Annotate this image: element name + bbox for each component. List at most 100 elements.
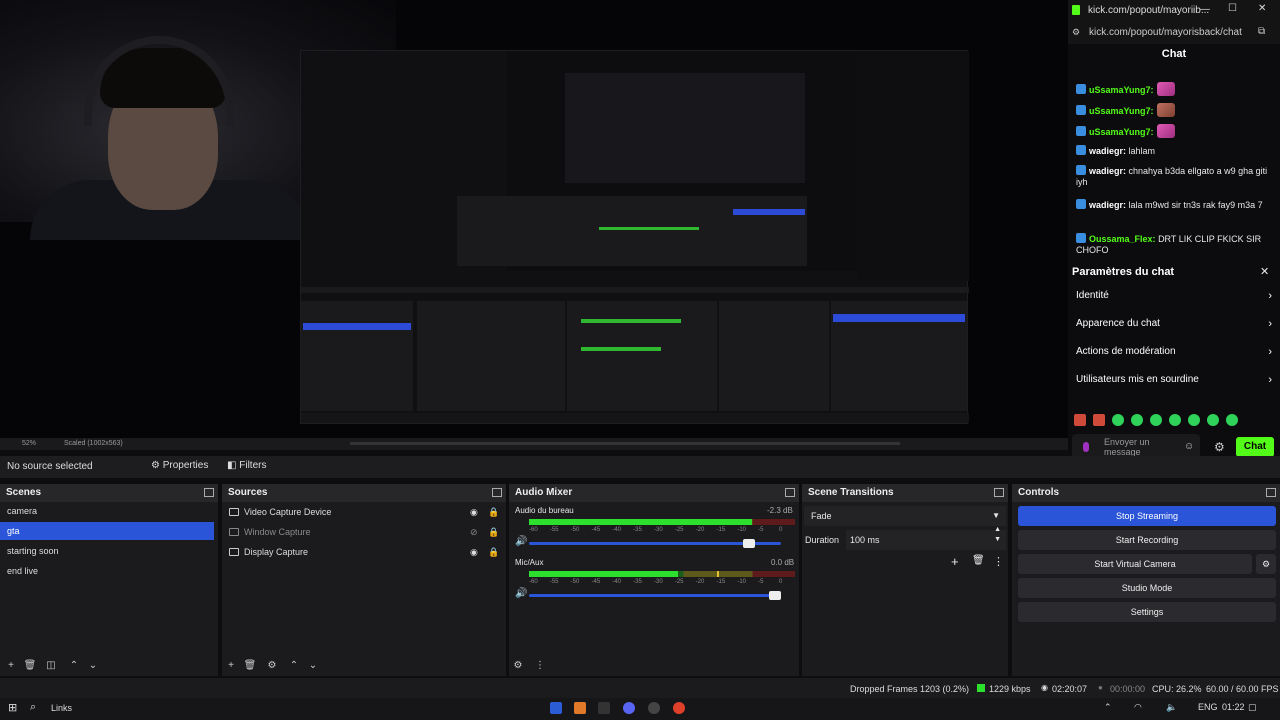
- chat-username[interactable]: uSsamaYung7:: [1089, 85, 1154, 95]
- chat-username[interactable]: uSsamaYung7:: [1089, 106, 1154, 116]
- speaker-icon[interactable]: 🔊: [515, 536, 527, 547]
- start-recording-button[interactable]: Start Recording: [1018, 530, 1276, 550]
- transition-menu-icon[interactable]: ⋮: [993, 555, 1004, 568]
- properties-button[interactable]: ⚙ Properties: [151, 460, 208, 471]
- undock-icon[interactable]: [492, 488, 502, 497]
- chrome-icon[interactable]: [673, 702, 685, 714]
- remove-scene-icon[interactable]: 🗑: [23, 659, 37, 673]
- move-down-icon[interactable]: ⌄: [306, 659, 320, 673]
- scrollbar-thumb[interactable]: [350, 442, 900, 445]
- lock-icon[interactable]: 🔒: [488, 503, 499, 521]
- open-tab-icon[interactable]: ⧉: [1258, 26, 1265, 37]
- filters-button[interactable]: ◧ Filters: [227, 460, 266, 471]
- chat-send-button[interactable]: Chat: [1236, 437, 1274, 457]
- emote-icon[interactable]: [1074, 414, 1086, 426]
- lock-icon[interactable]: 🔒: [488, 543, 499, 561]
- site-settings-icon[interactable]: ⚙: [1072, 27, 1080, 38]
- undock-icon[interactable]: [785, 488, 795, 497]
- clock[interactable]: 01:22: [1222, 702, 1245, 712]
- duration-spinbox[interactable]: 100 ms ▲ ▼: [846, 526, 1006, 550]
- windows-start-icon[interactable]: ⊞: [8, 701, 17, 714]
- transition-select[interactable]: Fade ▼: [804, 506, 1006, 526]
- volume-slider-desktop[interactable]: [529, 539, 781, 548]
- studio-mode-button[interactable]: Studio Mode: [1018, 578, 1276, 598]
- move-up-icon[interactable]: ⌃: [67, 659, 81, 673]
- chat-url-bar[interactable]: ⚙ kick.com/popout/mayorisback/chat ⧉: [1068, 22, 1280, 44]
- undock-icon[interactable]: [204, 488, 214, 497]
- speaker-icon[interactable]: 🔊: [515, 588, 527, 599]
- preview-scrollbar[interactable]: [0, 438, 1068, 450]
- remove-transition-icon[interactable]: 🗑: [972, 555, 985, 566]
- notification-icon[interactable]: ▢: [1248, 702, 1257, 713]
- scene-item-starting-soon[interactable]: starting soon: [0, 542, 218, 560]
- undock-icon[interactable]: [994, 488, 1004, 497]
- remove-source-icon[interactable]: 🗑: [243, 659, 257, 673]
- mixer-menu-icon[interactable]: ⋮: [533, 659, 547, 673]
- settings-identity[interactable]: Identité ›: [1076, 290, 1272, 302]
- start-virtual-camera-button[interactable]: Start Virtual Camera: [1018, 554, 1252, 574]
- add-transition-icon[interactable]: +: [951, 554, 959, 569]
- move-down-icon[interactable]: ⌄: [86, 659, 100, 673]
- stop-streaming-button[interactable]: Stop Streaming: [1018, 506, 1276, 526]
- maximize-icon[interactable]: ☐: [1228, 3, 1237, 14]
- obs-icon[interactable]: [598, 702, 610, 714]
- app-icon[interactable]: [574, 702, 586, 714]
- close-icon[interactable]: ✕: [1258, 3, 1266, 14]
- source-item-video-capture[interactable]: Video Capture Device ◉ 🔒: [222, 503, 506, 521]
- settings-button[interactable]: Settings: [1018, 602, 1276, 622]
- tray-chevron-icon[interactable]: ⌃: [1104, 702, 1112, 713]
- scene-item-end-live[interactable]: end live: [0, 562, 218, 580]
- taskview-icon[interactable]: [550, 702, 562, 714]
- volume-slider-mic[interactable]: [529, 591, 781, 600]
- settings-muted-users[interactable]: Utilisateurs mis en sourdine ›: [1076, 374, 1272, 386]
- chat-username[interactable]: wadiegr:: [1089, 166, 1126, 176]
- chat-username[interactable]: uSsamaYung7:: [1089, 127, 1154, 137]
- kick-chat-popout[interactable]: kick.com/popout/mayoriib... — ☐ ✕ ⚙ kick…: [1068, 0, 1280, 460]
- lock-icon[interactable]: 🔒: [488, 523, 499, 541]
- language-indicator[interactable]: ENG: [1198, 702, 1218, 712]
- emote-icon[interactable]: [1150, 414, 1162, 426]
- chat-username[interactable]: Oussama_Flex:: [1089, 234, 1156, 244]
- emote-icon[interactable]: [1188, 414, 1200, 426]
- settings-moderation[interactable]: Actions de modération ›: [1076, 346, 1272, 358]
- chat-username[interactable]: wadiegr:: [1089, 200, 1126, 210]
- settings-appearance[interactable]: Apparence du chat ›: [1076, 318, 1272, 330]
- add-scene-icon[interactable]: +: [4, 659, 18, 673]
- taskbar-search-text[interactable]: Links: [51, 703, 72, 713]
- microphone-icon[interactable]: [1083, 442, 1089, 452]
- volume-icon[interactable]: 🔈: [1166, 702, 1177, 713]
- source-item-display-capture[interactable]: Display Capture ◉ 🔒: [222, 543, 506, 561]
- close-settings-icon[interactable]: ✕: [1260, 265, 1269, 278]
- slider-knob[interactable]: [742, 539, 755, 548]
- add-source-icon[interactable]: +: [224, 659, 238, 673]
- spin-arrows-icon[interactable]: ▲ ▼: [994, 525, 1001, 545]
- slider-knob[interactable]: [769, 591, 781, 600]
- emoji-picker-icon[interactable]: ☺: [1184, 441, 1194, 452]
- obs-preview[interactable]: [0, 0, 1068, 438]
- emote-icon[interactable]: [1112, 414, 1124, 426]
- source-item-window-capture[interactable]: Window Capture ⊘ 🔒: [222, 523, 506, 541]
- search-icon[interactable]: ⌕: [30, 701, 36, 714]
- undock-icon[interactable]: [1266, 488, 1276, 497]
- source-properties-icon[interactable]: ⚙: [265, 659, 279, 673]
- app-icon[interactable]: [648, 702, 660, 714]
- scene-filters-icon[interactable]: ◫: [44, 659, 58, 673]
- emote-icon[interactable]: [1226, 414, 1238, 426]
- eye-icon[interactable]: ◉: [470, 543, 478, 561]
- scene-item-camera[interactable]: camera: [0, 502, 218, 520]
- wifi-icon[interactable]: ◠: [1134, 702, 1142, 713]
- emote-quick-bar[interactable]: [1074, 413, 1274, 427]
- chat-settings-gear-icon[interactable]: ⚙: [1214, 440, 1225, 454]
- emote-icon[interactable]: [1169, 414, 1181, 426]
- discord-icon[interactable]: [623, 702, 635, 714]
- move-up-icon[interactable]: ⌃: [287, 659, 301, 673]
- emote-icon[interactable]: [1131, 414, 1143, 426]
- scene-item-gta[interactable]: gta: [0, 522, 214, 540]
- chat-username[interactable]: wadiegr:: [1089, 146, 1126, 156]
- mixer-settings-icon[interactable]: ⚙: [511, 659, 525, 673]
- virtual-camera-settings-button[interactable]: ⚙: [1256, 554, 1276, 574]
- emote-icon[interactable]: [1093, 414, 1105, 426]
- emote-icon[interactable]: [1207, 414, 1219, 426]
- eye-hidden-icon[interactable]: ⊘: [470, 523, 478, 541]
- minimize-icon[interactable]: —: [1200, 4, 1210, 15]
